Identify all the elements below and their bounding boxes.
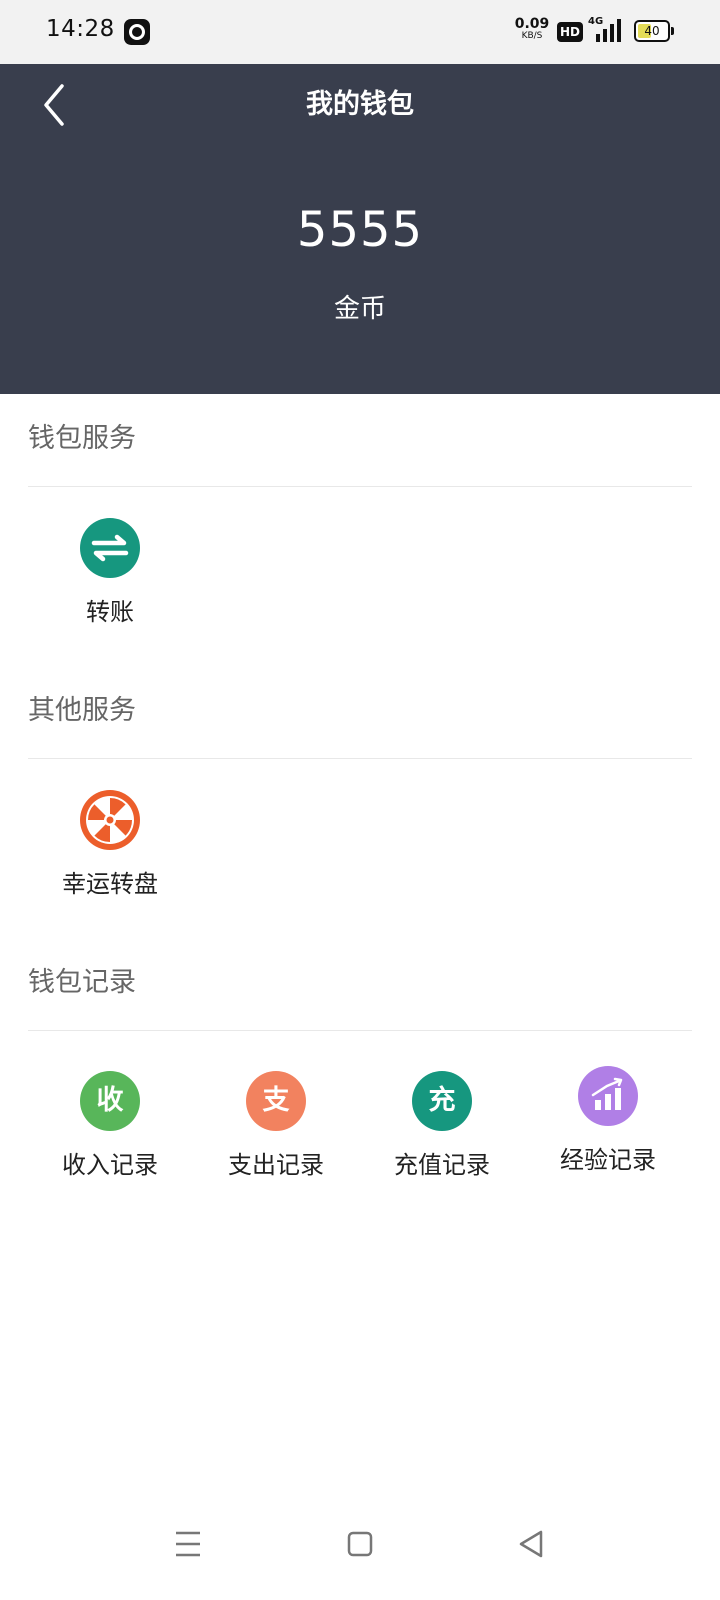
- system-nav-bar: [0, 1510, 720, 1600]
- coin-unit: 金币: [333, 294, 386, 324]
- back-triangle-icon: [519, 1530, 543, 1558]
- back-nav-button[interactable]: [507, 1524, 557, 1564]
- app-notification-icon: [124, 19, 150, 45]
- divider: [28, 1030, 692, 1031]
- recharge-records-label: 充值记录: [394, 1151, 490, 1179]
- section-title-other-services: 其他服务: [28, 695, 136, 726]
- status-bar: 14:28 0.09 KB/S HD 4G 40: [0, 0, 720, 64]
- recharge-icon: 充: [412, 1071, 472, 1131]
- divider: [28, 486, 692, 487]
- lucky-wheel-button[interactable]: 幸运转盘: [30, 790, 190, 920]
- income-icon: 收: [80, 1071, 140, 1131]
- experience-chart-icon: [578, 1066, 638, 1126]
- menu-icon: [176, 1531, 200, 1557]
- network-type: 4G: [588, 16, 604, 27]
- transfer-button[interactable]: 转账: [30, 518, 190, 648]
- expense-records-button[interactable]: 支 支出记录: [196, 1071, 356, 1201]
- signal-icon: 4G: [588, 16, 622, 44]
- lucky-wheel-icon: [80, 790, 140, 850]
- battery-level: 40: [644, 24, 660, 38]
- experience-records-label: 经验记录: [560, 1146, 656, 1174]
- home-button[interactable]: [335, 1524, 385, 1564]
- income-records-label: 收入记录: [62, 1151, 158, 1179]
- hd-badge: HD: [557, 22, 584, 42]
- menu-button[interactable]: [163, 1524, 213, 1564]
- network-speed-value: 0.09: [514, 16, 550, 32]
- battery-icon: 40: [634, 20, 674, 42]
- divider: [28, 758, 692, 759]
- page-title: 我的钱包: [306, 89, 414, 120]
- transfer-label: 转账: [86, 598, 134, 626]
- wallet-header: 我的钱包 5555 金币: [0, 64, 720, 394]
- income-records-button[interactable]: 收 收入记录: [30, 1071, 190, 1201]
- network-speed-unit: KB/S: [521, 31, 543, 41]
- recharge-records-button[interactable]: 充 充值记录: [362, 1071, 522, 1201]
- expense-icon: 支: [246, 1071, 306, 1131]
- coin-balance: 5555: [296, 202, 424, 258]
- home-square-icon: [347, 1531, 373, 1557]
- network-speed: 0.09 KB/S: [512, 17, 552, 42]
- expense-records-label: 支出记录: [228, 1151, 324, 1179]
- transfer-icon: [80, 518, 140, 578]
- section-title-wallet-records: 钱包记录: [28, 967, 136, 998]
- status-time: 14:28: [46, 16, 115, 42]
- experience-records-button[interactable]: 经验记录: [528, 1066, 688, 1196]
- lucky-wheel-label: 幸运转盘: [62, 870, 158, 898]
- section-title-wallet-services: 钱包服务: [28, 423, 136, 454]
